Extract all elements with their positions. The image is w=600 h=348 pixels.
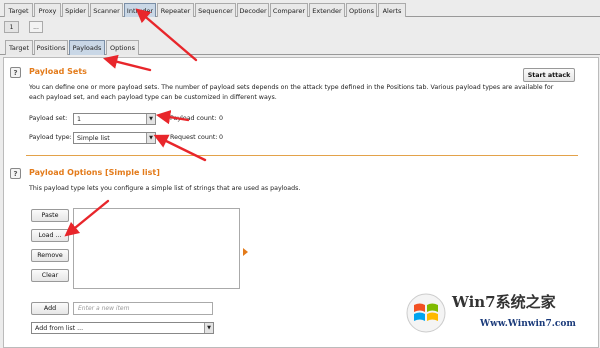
payload-set-label: Payload set: [29,115,68,122]
windows-logo-icon [406,293,446,333]
payload-count-value: 0 [219,115,224,122]
tab-repeater[interactable]: Repeater [157,3,194,17]
tab-intruder[interactable]: Intruder [124,3,156,17]
payload-set-value: 1 [77,115,82,123]
paste-button[interactable]: Paste [31,209,69,222]
add-button[interactable]: Add [31,302,69,315]
payload-type-select[interactable]: Simple list ▼ [73,132,156,144]
payload-sets-title: Payload Sets [29,67,87,76]
tab-extender[interactable]: Extender [309,3,345,17]
request-tab-row: 1 ... [0,19,600,36]
load-button[interactable]: Load ... [31,229,69,242]
tab-proxy[interactable]: Proxy [34,3,61,17]
help-icon[interactable]: ? [10,168,21,179]
chevron-down-icon: ▼ [146,114,155,124]
request-tab-1[interactable]: 1 [4,21,19,33]
tab-decoder[interactable]: Decoder [237,3,269,17]
tab-spider[interactable]: Spider [62,3,89,17]
request-tab-new[interactable]: ... [29,21,43,33]
payload-sets-description-line1: You can define one or more payload sets.… [29,84,554,91]
subtab-target[interactable]: Target [5,40,33,55]
chevron-down-icon: ▼ [204,323,213,333]
section-divider [26,155,578,156]
tab-scanner[interactable]: Scanner [90,3,123,17]
main-tab-bar: Target Proxy Spider Scanner Intruder Rep… [0,2,600,17]
start-attack-button[interactable]: Start attack [523,68,575,82]
request-count-value: 0 [219,134,224,141]
tab-sequencer[interactable]: Sequencer [195,3,236,17]
expand-arrow-icon[interactable] [243,248,248,256]
payload-count-label: Payload count: [170,115,217,122]
watermark-url: Www.Winwin7.com [480,319,576,329]
watermark-brand: Win7系统之家 [452,293,556,311]
clear-button[interactable]: Clear [31,269,69,282]
payload-options-title: Payload Options [Simple list] [29,168,160,177]
payload-set-select[interactable]: 1 ▼ [73,113,156,125]
add-from-list-select[interactable]: Add from list ... ▼ [31,322,214,334]
tab-alerts[interactable]: Alerts [378,3,406,17]
payload-sets-description-line2: each payload set, and each payload type … [29,94,277,101]
chevron-down-icon: ▼ [146,133,155,143]
payload-type-value: Simple list [77,134,110,142]
add-from-list-label: Add from list ... [35,324,84,332]
payload-options-description: This payload type lets you configure a s… [29,185,301,192]
help-icon[interactable]: ? [10,67,21,78]
payload-type-label: Payload type: [29,134,72,141]
remove-button[interactable]: Remove [31,249,69,262]
subtab-payloads[interactable]: Payloads [69,40,105,55]
new-item-input[interactable]: Enter a new item [73,302,213,315]
tab-target[interactable]: Target [4,3,33,17]
subtab-options[interactable]: Options [106,40,139,55]
intruder-sub-tab-bar: Target Positions Payloads Options [0,39,600,55]
subtab-positions[interactable]: Positions [34,40,68,55]
watermark: Win7系统之家 Www.Winwin7.com [400,283,600,348]
tab-options[interactable]: Options [346,3,377,17]
request-count-label: Request count: [170,134,218,141]
payload-list[interactable] [73,208,240,289]
tab-comparer[interactable]: Comparer [270,3,308,17]
